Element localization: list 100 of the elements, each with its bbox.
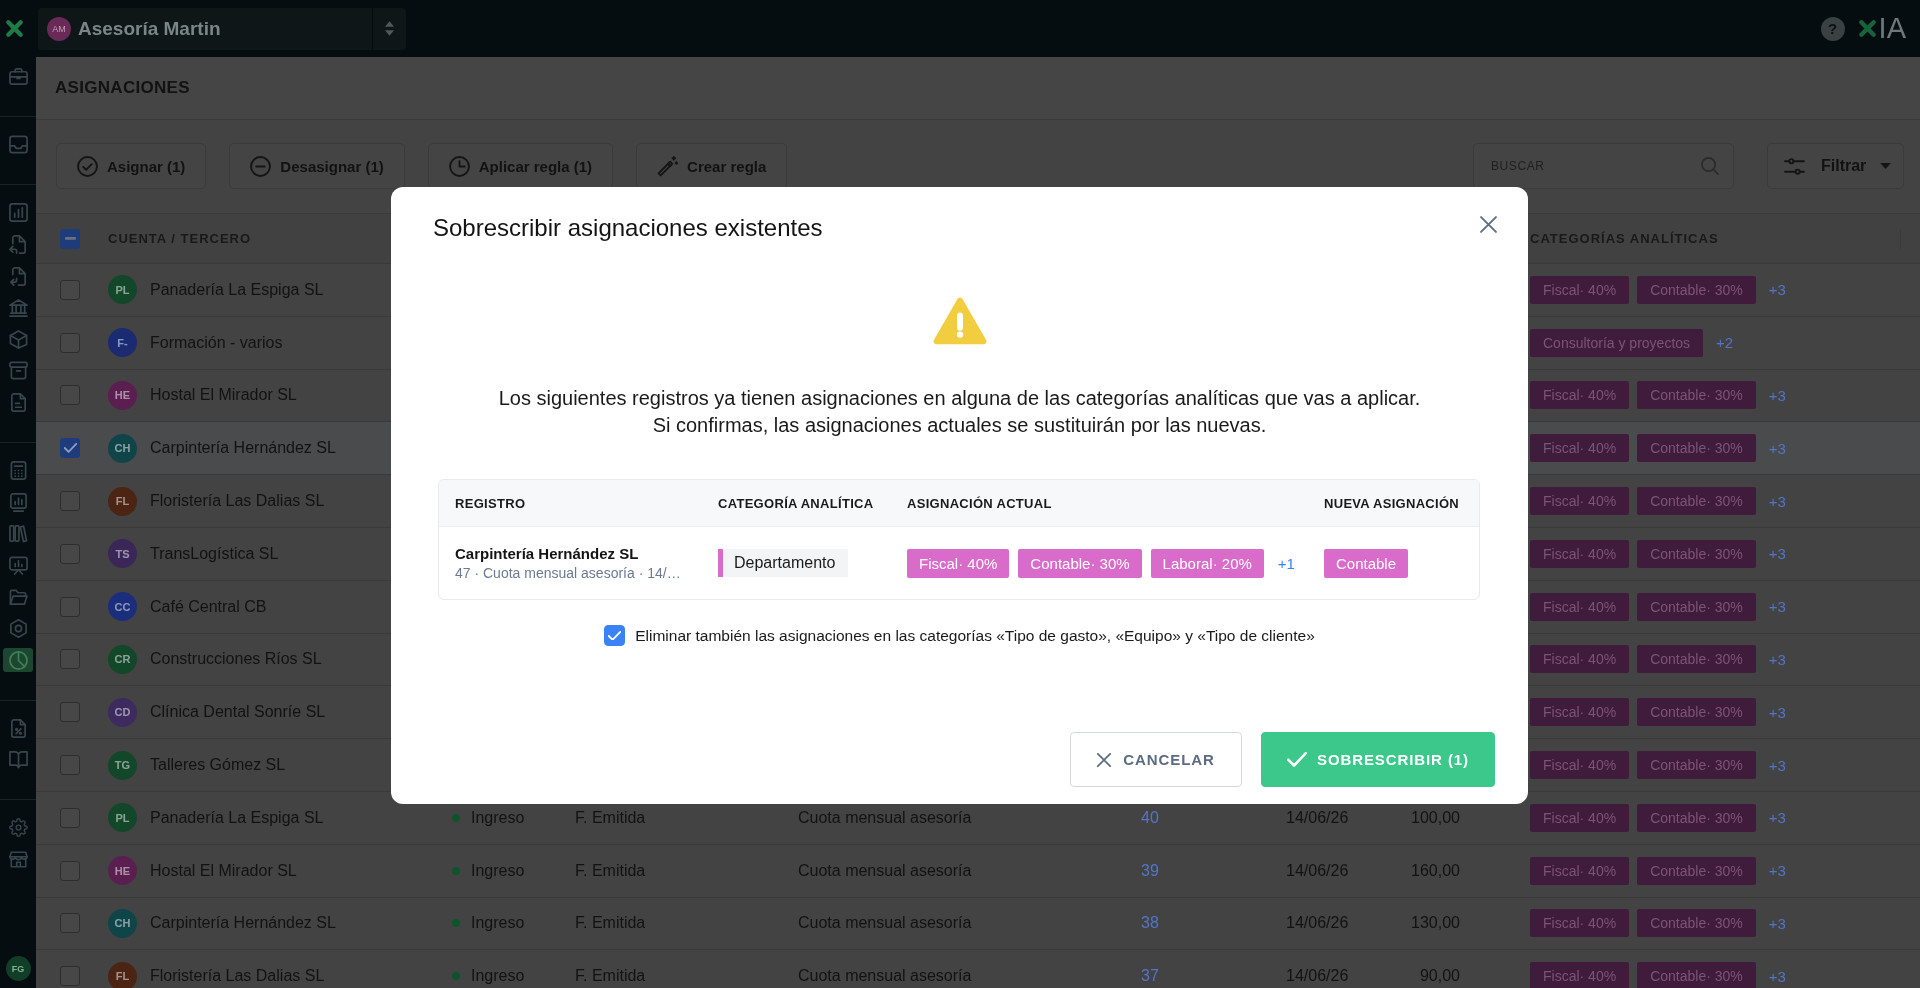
row-checkbox[interactable] [60,543,80,564]
initials-avatar: PL [108,275,137,305]
category-tag: Fiscal· 40% [1530,962,1630,988]
category-tag: Consultoría y proyectos [1530,328,1704,357]
row-checkbox[interactable] [60,596,80,617]
category-tag: Contable· 30% [1637,592,1756,621]
assignment-tag: Laboral· 20% [1150,548,1264,578]
more-tags-link[interactable]: +2 [1716,334,1734,352]
store-icon [8,850,28,870]
more-tags-link[interactable]: +3 [1768,756,1786,774]
confirm-button[interactable]: SOBRESCRIBIR (1) [1261,732,1495,787]
more-tags-link[interactable]: +3 [1768,387,1786,404]
more-tags-link[interactable]: +3 [1768,967,1786,985]
column-header: ASIGNACIÓN ACTUAL [907,495,1052,511]
checkmark-icon [608,630,622,641]
search-icon [1701,157,1719,175]
warning-icon [932,297,987,345]
books-icon [8,524,28,544]
folder-icon [8,587,28,607]
category-tag: Fiscal· 40% [1530,645,1630,674]
help-button[interactable]: ? [1820,16,1845,41]
row-checkbox[interactable] [60,332,80,353]
row-checkbox[interactable] [60,966,80,987]
column-header: NUEVA ASIGNACIÓN [1324,495,1460,511]
wand-icon [657,155,679,177]
initials-avatar: HE [108,381,137,410]
calculator-icon [8,461,28,481]
more-tags-link[interactable]: +3 [1768,598,1786,616]
option-checkbox[interactable] [604,625,626,646]
row-checkbox[interactable] [60,385,80,406]
bar-chart-icon [8,203,28,223]
more-tags-link[interactable]: +3 [1768,492,1786,510]
document-icon [8,393,28,413]
minus-circle-icon [250,155,272,177]
check-circle-icon [77,155,98,177]
user-avatar[interactable]: FG [5,956,31,981]
cube-icon [8,329,28,349]
initials-avatar: FL [108,486,137,516]
check-icon [1287,752,1308,767]
more-tags-link[interactable]: +3 [1768,439,1786,457]
workspace-name: Asesoría Martin [78,17,222,40]
category-tag: Contable· 30% [1637,856,1756,885]
category-tag: Contable· 30% [1637,962,1756,988]
category-tag: Contable· 30% [1637,751,1756,780]
row-checkbox[interactable] [60,755,80,776]
logo-text: IA [1878,14,1906,43]
initials-avatar: CR [108,644,137,674]
row-checkbox[interactable] [60,807,80,828]
more-tags-link[interactable]: +3 [1768,650,1786,668]
chart-monitor-icon [8,492,28,512]
row-checkbox[interactable] [60,913,80,934]
more-tags-link[interactable]: +3 [1768,545,1786,563]
category-tag: Contable· 30% [1637,381,1756,410]
more-tags-link[interactable]: +3 [1768,862,1786,880]
category-tag: Fiscal· 40% [1530,381,1630,410]
row-checkbox[interactable] [60,438,80,459]
category-tag: Contable· 30% [1637,909,1756,938]
category-chip: Departamento [718,549,849,577]
record-number-link[interactable]: 40 [1141,808,1159,827]
more-tags-link[interactable]: +3 [1768,914,1786,932]
settings-icon [8,818,28,838]
file-arrow-icon [8,266,28,286]
pie-chart-icon [8,650,28,670]
assignment-tag: Contable [1324,548,1409,578]
record-number-link[interactable]: 39 [1141,861,1159,880]
status-dot-icon [452,866,460,875]
initials-avatar: FL [108,961,137,988]
workspace-selector[interactable]: AM Asesoría Martin [38,7,406,50]
record-details: 47 · Cuota mensual asesoría · 14/… [455,565,681,581]
assignment-tag: Contable· 30% [1018,548,1142,578]
record-number-link[interactable]: 37 [1141,967,1159,986]
cancel-button[interactable]: CANCELAR [1070,732,1242,787]
account-name: Carpintería Hernández SL [150,439,336,458]
category-tag: Fiscal· 40% [1530,909,1630,938]
record-number-link[interactable]: 38 [1141,914,1159,933]
more-tags-link[interactable]: +3 [1768,281,1786,299]
category-tag: Fiscal· 40% [1530,275,1630,304]
logo-icon[interactable] [5,19,24,38]
category-tag: Contable· 30% [1637,803,1756,832]
clock-icon [448,155,470,177]
more-tags-link[interactable]: +3 [1768,809,1786,827]
row-checkbox[interactable] [60,702,80,723]
row-checkbox[interactable] [60,279,80,300]
dialog-title: Sobrescribir asignaciones existentes [433,213,823,243]
book-icon [8,750,28,770]
more-tags-link[interactable]: +1 [1277,554,1295,572]
briefcase-icon [8,67,28,87]
category-tag: Contable· 30% [1637,698,1756,727]
more-tags-link[interactable]: +3 [1768,703,1786,721]
caret-down-icon [1880,163,1892,169]
row-checkbox[interactable] [60,860,80,881]
row-checkbox[interactable] [60,649,80,670]
dialog-message: Los siguientes registros ya tienen asignaciones en alguna de las categorías analíticas que vas a aplicar. Si confirmas, las asignaciones actuales se sustituirán por las nuevas. [498,386,1421,438]
sidebar-button[interactable] [3,648,33,673]
checkmark-icon [63,443,77,454]
record-title: Carpintería Hernández SL [455,545,640,562]
close-icon[interactable] [1480,216,1497,233]
category-tag: Fiscal· 40% [1530,856,1630,885]
row-checkbox[interactable] [60,491,80,512]
select-all-checkbox[interactable] [60,228,80,249]
